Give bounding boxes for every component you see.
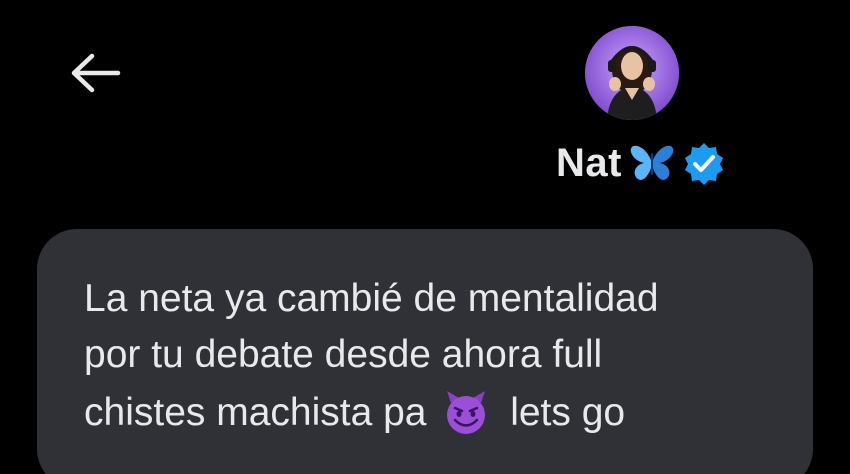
message-bubble[interactable]: La neta ya cambié de mentalidad por tu d… [37,229,813,474]
verified-badge-icon [684,143,723,185]
message-line-3-text: chistes machista pa [84,391,427,434]
contact-name: Nat [556,140,622,185]
smiling-devil-icon [447,391,486,434]
contact-name-row[interactable]: Nat [556,138,726,188]
avatar-photo [585,26,679,120]
avatar[interactable] [585,26,679,120]
message-line-3: chistes machista pa lets go [84,389,625,435]
message-area: La neta ya cambié de mentalidad por tu d… [0,205,850,474]
chat-header: Nat [0,0,850,205]
message-line-3-tail: lets go [510,391,626,434]
back-button[interactable] [62,48,130,98]
arrow-left-icon [71,53,121,93]
butterfly-icon [630,145,674,180]
message-line-2: por tu debate desde ahora full [84,333,603,376]
message-line-1: La neta ya cambié de mentalidad [84,277,659,320]
